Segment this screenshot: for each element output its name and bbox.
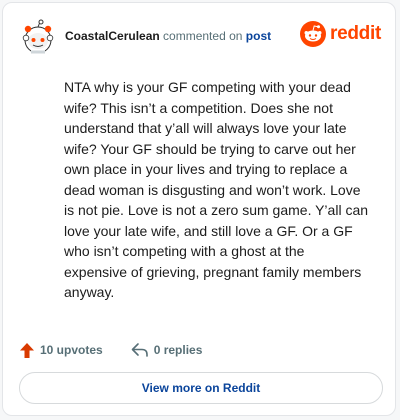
reddit-brand-link[interactable]: reddit [300,19,381,49]
comment-meta: CoastalCerulean commented on post [65,29,271,43]
reply-arrow-icon [131,343,148,357]
comment-body: NTA why is your GF competing with your d… [64,79,369,300]
upvotes-count: 10 upvotes [40,343,103,357]
reddit-wordmark: reddit [330,23,381,44]
avatar[interactable] [21,19,55,55]
upvotes-stat[interactable]: 10 upvotes [19,342,103,359]
comment-header: CoastalCerulean commented on post reddit [17,17,381,57]
upvote-arrow-icon [20,342,34,358]
post-link[interactable]: post [246,29,271,43]
reddit-logo-icon [300,21,327,47]
replies-stat[interactable]: 0 replies [131,342,203,358]
replies-count: 0 replies [153,343,203,357]
comment-stats: 10 upvotes 0 replies [19,339,202,361]
comment-embed-card: CoastalCerulean commented on post reddit… [2,2,396,416]
view-more-label: View more on Reddit [141,381,261,395]
action-text: commented on [163,29,243,43]
view-more-button[interactable]: View more on Reddit [19,372,383,404]
username-link[interactable]: CoastalCerulean [65,29,160,43]
